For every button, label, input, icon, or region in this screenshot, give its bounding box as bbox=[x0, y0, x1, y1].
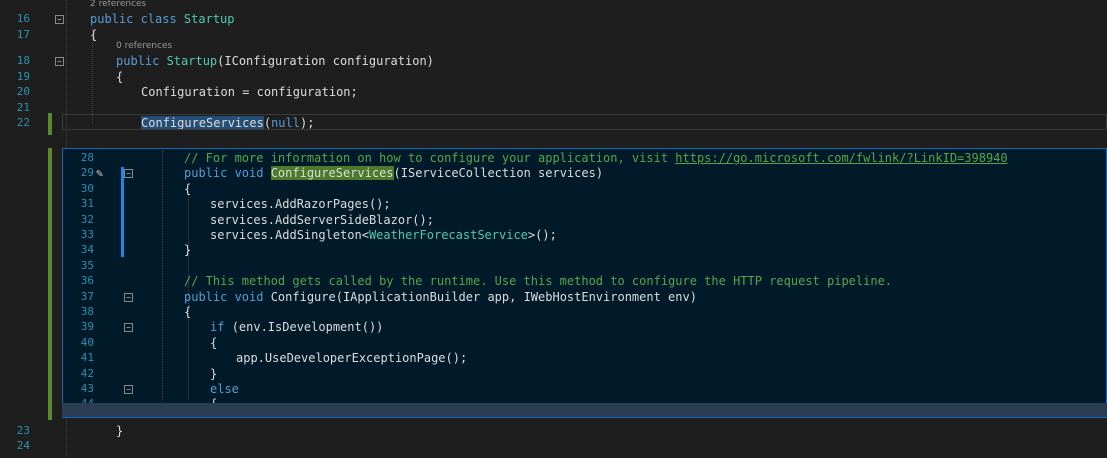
code-token: public bbox=[116, 54, 167, 68]
code-token: else bbox=[210, 382, 239, 396]
line-number: 35 bbox=[80, 258, 94, 272]
peek-change-bar bbox=[121, 167, 124, 257]
code-token: (env.IsDevelopment()) bbox=[231, 320, 384, 335]
collapse-toggle-icon[interactable]: − bbox=[55, 15, 64, 24]
code-token: (IConfiguration configuration) bbox=[217, 54, 434, 68]
line-number: 18 bbox=[16, 54, 30, 67]
code-token: { bbox=[116, 70, 124, 84]
code-token: } bbox=[184, 243, 192, 258]
line-number: 39 bbox=[80, 320, 94, 334]
code-line[interactable]: public class Startup bbox=[90, 12, 235, 26]
code-line[interactable]: services.AddRazorPages(); bbox=[210, 197, 391, 211]
code-token: >(); bbox=[527, 228, 557, 242]
code-link[interactable]: https://go.microsoft.com/fwlink/?LinkID=… bbox=[675, 151, 1007, 165]
code-token: // This method gets called by the runtim… bbox=[184, 274, 893, 289]
code-token: ConfigureServices bbox=[270, 166, 394, 181]
code-token: Configure(IApplicationBuilder app, IWebH… bbox=[270, 289, 697, 304]
line-number: 34 bbox=[80, 243, 94, 257]
line-number: 22 bbox=[16, 116, 30, 129]
code-line[interactable]: services.AddServerSideBlazor(); bbox=[210, 213, 434, 227]
code-line[interactable]: public void Configure(IApplicationBuilde… bbox=[184, 290, 697, 304]
code-line[interactable]: app.UseDeveloperExceptionPage(); bbox=[236, 351, 467, 365]
code-token: public class bbox=[90, 12, 184, 26]
codelens-references[interactable]: 0 references bbox=[116, 41, 172, 51]
line-number: 37 bbox=[80, 289, 94, 303]
code-token: } bbox=[116, 424, 124, 438]
code-line[interactable]: { bbox=[184, 182, 191, 196]
code-token: services.AddServerSideBlazor(); bbox=[210, 212, 434, 227]
code-line[interactable]: // For more information on how to config… bbox=[184, 151, 1008, 165]
code-line[interactable]: { bbox=[116, 70, 123, 84]
line-number: 24 bbox=[16, 439, 30, 452]
line-number: 28 bbox=[80, 151, 94, 164]
line-number: 16 bbox=[16, 12, 30, 25]
code-token: app.UseDeveloperExceptionPage(); bbox=[236, 351, 468, 366]
codelens-references[interactable]: 2 references bbox=[90, 0, 146, 9]
line-number: 41 bbox=[80, 351, 94, 365]
collapse-toggle-icon[interactable]: − bbox=[124, 323, 133, 333]
line-number: 17 bbox=[16, 28, 30, 41]
line-number: 20 bbox=[16, 85, 30, 98]
code-line[interactable]: { bbox=[210, 336, 217, 350]
code-line[interactable]: } bbox=[184, 243, 191, 257]
code-token: { bbox=[210, 335, 218, 350]
code-token: (IServiceCollection services) bbox=[393, 166, 604, 181]
code-line[interactable]: else bbox=[210, 382, 239, 396]
line-number: 33 bbox=[80, 228, 94, 241]
code-token: // For more information on how to config… bbox=[184, 151, 676, 165]
indent-guide bbox=[162, 150, 164, 402]
code-line[interactable]: { bbox=[90, 28, 97, 42]
indent-guide bbox=[92, 28, 94, 124]
line-number: 19 bbox=[16, 70, 30, 83]
code-token: Startup bbox=[183, 12, 235, 26]
code-token: public void bbox=[184, 289, 271, 304]
code-token: public void bbox=[184, 166, 271, 181]
code-token: services.AddSingleton< bbox=[210, 228, 369, 242]
code-line[interactable]: { bbox=[184, 305, 191, 319]
code-token: WeatherForecastService bbox=[368, 228, 528, 242]
line-number: 29 bbox=[80, 166, 94, 180]
peek-horizontal-scrollbar[interactable] bbox=[62, 403, 1107, 417]
line-number: 31 bbox=[80, 197, 94, 211]
collapse-toggle-icon[interactable]: − bbox=[124, 292, 133, 302]
change-indicator-bar bbox=[48, 148, 52, 420]
line-number: 23 bbox=[16, 424, 30, 437]
code-token: services.AddRazorPages(); bbox=[210, 197, 391, 212]
line-number: 36 bbox=[80, 274, 94, 288]
code-token: { bbox=[184, 305, 192, 319]
collapse-toggle-icon[interactable]: − bbox=[124, 385, 133, 394]
line-number: 43 bbox=[80, 382, 94, 395]
line-number: 42 bbox=[80, 366, 94, 380]
change-indicator-bar bbox=[48, 113, 52, 135]
line-number: 32 bbox=[80, 212, 94, 226]
code-line[interactable]: if (env.IsDevelopment()) bbox=[210, 320, 383, 334]
line-number: 21 bbox=[16, 101, 30, 114]
current-line-highlight bbox=[62, 114, 1107, 130]
code-token: { bbox=[90, 28, 98, 42]
code-line[interactable]: public Startup(IConfiguration configurat… bbox=[116, 54, 434, 68]
code-line[interactable]: services.AddSingleton<WeatherForecastSer… bbox=[210, 228, 557, 242]
code-line[interactable]: } bbox=[210, 367, 217, 381]
line-number: 38 bbox=[80, 305, 94, 318]
code-token: if bbox=[210, 320, 232, 335]
code-line[interactable]: } bbox=[116, 424, 123, 438]
code-token: { bbox=[184, 181, 192, 196]
code-token: Configuration = configuration; bbox=[141, 85, 358, 99]
collapse-toggle-icon[interactable]: − bbox=[124, 169, 133, 179]
pencil-icon[interactable]: ✎ bbox=[96, 166, 103, 180]
code-token: Startup bbox=[166, 54, 218, 68]
line-number: 40 bbox=[80, 335, 94, 349]
code-line[interactable]: public void ConfigureServices(IServiceCo… bbox=[184, 166, 604, 181]
collapse-toggle-icon[interactable]: − bbox=[55, 57, 64, 66]
code-line[interactable]: // This method gets called by the runtim… bbox=[184, 274, 892, 288]
line-number: 30 bbox=[80, 181, 94, 195]
code-token: } bbox=[210, 366, 218, 381]
code-line[interactable]: Configuration = configuration; bbox=[141, 85, 358, 99]
